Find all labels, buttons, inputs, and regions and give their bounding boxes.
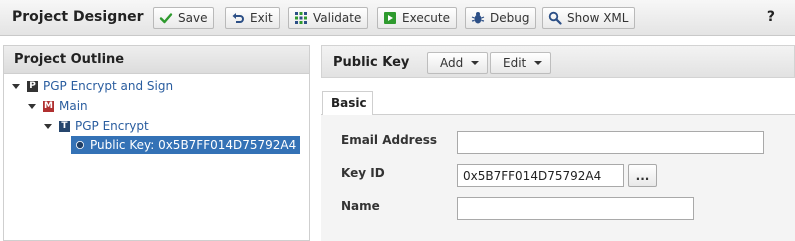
save-button[interactable]: Save: [153, 7, 215, 29]
tree-node-label: PGP Encrypt and Sign: [43, 79, 174, 93]
name-field[interactable]: [457, 197, 694, 220]
tree-node-pgp-encrypt[interactable]: T PGP Encrypt: [44, 117, 149, 135]
email-address-label: Email Address: [341, 133, 438, 147]
detail-panel: Public Key Add Edit Basic Email Address …: [321, 45, 795, 241]
play-icon: [383, 11, 397, 25]
email-address-field[interactable]: [457, 131, 764, 154]
add-label: Add: [440, 56, 464, 70]
save-label: Save: [178, 11, 208, 25]
expand-caret-icon[interactable]: [12, 83, 20, 89]
validate-button[interactable]: Validate: [288, 7, 369, 29]
chevron-down-icon: [534, 61, 543, 65]
tree-node-main[interactable]: M Main: [28, 97, 88, 115]
debug-label: Debug: [490, 11, 530, 25]
grid-icon: [294, 11, 308, 25]
show-xml-label: Show XML: [567, 11, 629, 25]
detail-title: Public Key: [333, 55, 410, 70]
tab-basic[interactable]: Basic: [322, 91, 373, 115]
check-icon: [159, 11, 173, 25]
expand-caret-icon[interactable]: [28, 103, 36, 109]
validate-label: Validate: [313, 11, 362, 25]
tree-node-label: PGP Encrypt: [75, 119, 149, 133]
execute-button[interactable]: Execute: [377, 7, 457, 29]
magnifier-icon: [548, 11, 562, 25]
basic-tab-panel: Email Address Key ID ... Name: [321, 114, 795, 241]
project-node-icon: P: [27, 80, 38, 92]
detail-header: Public Key Add Edit: [321, 45, 795, 78]
key-id-label: Key ID: [341, 166, 385, 180]
chevron-down-icon: [471, 61, 480, 65]
module-node-icon: M: [43, 100, 54, 112]
key-node-icon: [75, 140, 85, 151]
task-node-icon: T: [59, 120, 70, 132]
key-browse-button[interactable]: ...: [628, 164, 657, 187]
name-label: Name: [341, 199, 380, 213]
undo-arrow-icon: [231, 11, 245, 25]
key-id-field[interactable]: [457, 164, 624, 187]
debug-button[interactable]: Debug: [465, 7, 537, 29]
top-toolbar: Project Designer Save Exit Validate Exec…: [0, 0, 795, 36]
tree-node-label: Public Key: 0x5B7FF014D75792A4: [90, 138, 297, 152]
add-dropdown-button[interactable]: Add: [427, 52, 489, 74]
show-xml-button[interactable]: Show XML: [542, 7, 636, 29]
execute-label: Execute: [402, 11, 450, 25]
tree-node-pgp-encrypt-and-sign[interactable]: P PGP Encrypt and Sign: [12, 77, 173, 95]
tree-node-public-key[interactable]: Public Key: 0x5B7FF014D75792A4: [71, 136, 301, 154]
help-button[interactable]: ?: [767, 9, 775, 25]
edit-label: Edit: [503, 56, 527, 70]
exit-label: Exit: [250, 11, 273, 25]
exit-button[interactable]: Exit: [225, 7, 280, 29]
app-title: Project Designer: [12, 9, 144, 25]
project-outline-panel: Project Outline P PGP Encrypt and Sign M…: [3, 45, 310, 241]
bug-icon: [471, 11, 485, 25]
tree-node-label: Main: [59, 99, 88, 113]
edit-dropdown-button[interactable]: Edit: [490, 52, 552, 74]
expand-caret-icon[interactable]: [44, 123, 52, 129]
project-outline-header: Project Outline: [4, 46, 309, 74]
